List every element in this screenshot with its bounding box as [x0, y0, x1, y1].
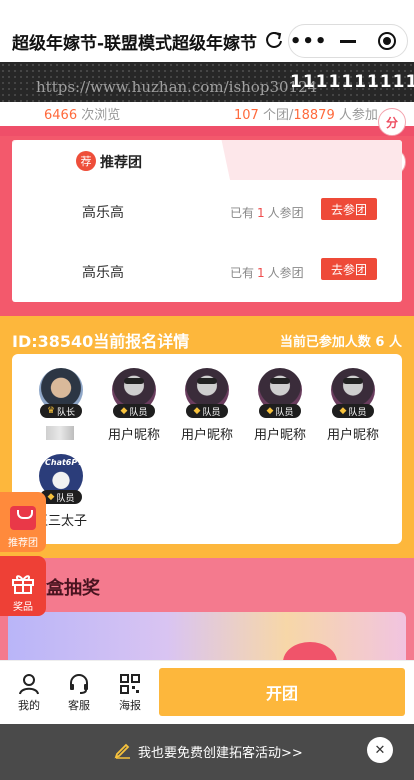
team-row: 高乐高 已有 1 人参团 去参团 — [12, 252, 402, 292]
edit-icon — [114, 743, 130, 759]
team-name: 高乐高 — [82, 265, 124, 281]
members-card: ♛队长 ◆队员 用户昵称 ◆队员 用户昵称 ◆队员 用户昵称 ◆队员 — [12, 354, 402, 544]
teams-label: 个团/ — [262, 108, 294, 123]
role-badge: ♛ 队长 — [40, 404, 82, 418]
more-menu-button[interactable]: ••• — [289, 31, 328, 52]
team-member-count: 1 — [257, 206, 265, 220]
crown-icon: ♛ — [46, 406, 56, 416]
blind-box-section: 盲盒抽奖 — [0, 558, 414, 660]
main-content: 6466 次浏览 107 个团/18879 人参加 分 弹 荐 推荐团 高乐高 … — [0, 102, 414, 660]
participants-stat: 107 个团/18879 人参加 — [234, 104, 378, 123]
role-label: 队员 — [56, 493, 75, 504]
diamond-icon: ◆ — [47, 492, 55, 502]
tab-poster-label: 海报 — [119, 699, 141, 712]
recommend-badge-icon: 荐 — [76, 151, 96, 171]
gift-box-illustration — [283, 642, 337, 660]
team-info-prefix: 已有 — [230, 266, 255, 280]
diamond-icon: ◆ — [266, 406, 274, 416]
role-badge: ◆ 队员 — [186, 404, 228, 418]
team-member-count: 1 — [257, 266, 265, 280]
float-recommend-label: 推荐团 — [8, 538, 38, 549]
member-name: 用户昵称 — [326, 428, 379, 443]
open-group-button[interactable]: 开团 — [159, 668, 405, 716]
stats-strip: 6466 次浏览 107 个团/18879 人参加 — [0, 102, 414, 126]
people-label: 人参加 — [338, 108, 378, 123]
close-capsule-button[interactable] — [368, 32, 407, 50]
team-info-prefix: 已有 — [230, 206, 255, 220]
member-item[interactable]: ◆ 队员 用户昵称 — [318, 368, 388, 450]
role-label: 队员 — [202, 407, 221, 418]
tab-service[interactable]: 客服 — [59, 673, 99, 713]
tab-poster[interactable]: 海报 — [110, 673, 150, 713]
team-name: 高乐高 — [82, 205, 124, 221]
blurred-name — [46, 426, 74, 440]
bottom-tab-bar: 我的 客服 海报 开团 — [0, 660, 414, 724]
teams-count: 107 — [234, 108, 259, 123]
stats-divider — [0, 126, 414, 136]
team-info-suffix: 人参团 — [267, 266, 304, 280]
team-row: 高乐高 已有 1 人参团 去参团 — [12, 192, 402, 232]
member-name: 用户昵称 — [107, 428, 160, 443]
join-team-button[interactable]: 去参团 — [321, 258, 377, 280]
team-info: 已有 1 人参团 — [230, 204, 304, 221]
tab-mine[interactable]: 我的 — [9, 673, 49, 713]
watermark-url: https://www.huzhan.com/ishop30124 — [36, 78, 318, 96]
page-title: 超级年嫁节-联盟模式超级年嫁节 — [12, 34, 258, 54]
float-prize-button[interactable]: 奖品 — [0, 556, 46, 616]
participant-count: 当前已参加人数 6 人 — [279, 335, 402, 350]
float-recommend-button[interactable]: 推荐团 — [0, 492, 46, 552]
watermark-number: 1111111111 — [290, 72, 414, 92]
headset-icon — [70, 674, 88, 694]
diamond-icon: ◆ — [193, 406, 201, 416]
float-prize-label: 奖品 — [13, 602, 33, 613]
join-team-button[interactable]: 去参团 — [321, 198, 377, 220]
tab-recommend-label: 推荐团 — [100, 155, 142, 171]
close-banner-button[interactable]: ✕ — [367, 737, 393, 763]
minimize-button[interactable] — [328, 39, 367, 43]
target-icon — [378, 32, 397, 50]
share-side-button[interactable]: 分 — [378, 108, 406, 136]
mini-program-capsule: ••• — [288, 24, 408, 58]
role-badge: ◆ 队员 — [259, 404, 301, 418]
role-label: 队员 — [275, 407, 294, 418]
signup-detail-section: ID:38540当前报名详情 当前已参加人数 6 人 ♛ 队长 ◆ 队员 用户昵称 … — [0, 316, 414, 558]
member-item[interactable]: ◆ 队员 用户昵称 — [245, 368, 315, 450]
role-label: 队员 — [348, 407, 367, 418]
role-badge: ◆ 队员 — [332, 404, 374, 418]
role-label: 队员 — [129, 407, 148, 418]
member-item[interactable]: ♛ 队长 — [26, 368, 96, 450]
recommend-card: 荐 推荐团 高乐高 已有 1 人参团 去参团 高乐高 已有 1 人参团 去参团 — [12, 140, 402, 302]
create-activity-text[interactable]: 我也要免费创建拓客活动>> — [138, 742, 303, 761]
minimize-icon — [339, 39, 356, 43]
reload-icon[interactable] — [264, 30, 284, 50]
bag-icon — [10, 506, 36, 530]
tab-mine-label: 我的 — [18, 699, 40, 712]
member-name: 用户昵称 — [253, 428, 306, 443]
team-info-suffix: 人参团 — [267, 206, 304, 220]
blind-box-banner[interactable] — [8, 612, 406, 660]
signup-detail-title: ID:38540当前报名详情 — [12, 332, 190, 351]
user-icon — [19, 674, 39, 695]
role-badge: ◆ 队员 — [40, 490, 82, 504]
member-item[interactable]: ◆ 队员 用户昵称 — [99, 368, 169, 450]
views-count: 6466 — [44, 108, 78, 123]
diamond-icon: ◆ — [339, 406, 347, 416]
views-stat: 6466 次浏览 — [44, 104, 120, 123]
gift-icon — [12, 575, 34, 594]
role-badge: ◆ 队员 — [113, 404, 155, 418]
avatar-caption: Chat6PT — [45, 458, 83, 467]
people-count: 18879 — [293, 108, 335, 123]
diamond-icon: ◆ — [120, 406, 128, 416]
qrcode-icon — [120, 674, 140, 694]
member-name: 用户昵称 — [180, 428, 233, 443]
role-label: 队长 — [57, 407, 76, 418]
team-info: 已有 1 人参团 — [230, 264, 304, 281]
create-activity-banner[interactable]: 我也要免费创建拓客活动>> ✕ — [0, 724, 414, 780]
member-item[interactable]: ◆ 队员 用户昵称 — [172, 368, 242, 450]
tab-service-label: 客服 — [68, 699, 90, 712]
views-label: 次浏览 — [81, 108, 121, 123]
